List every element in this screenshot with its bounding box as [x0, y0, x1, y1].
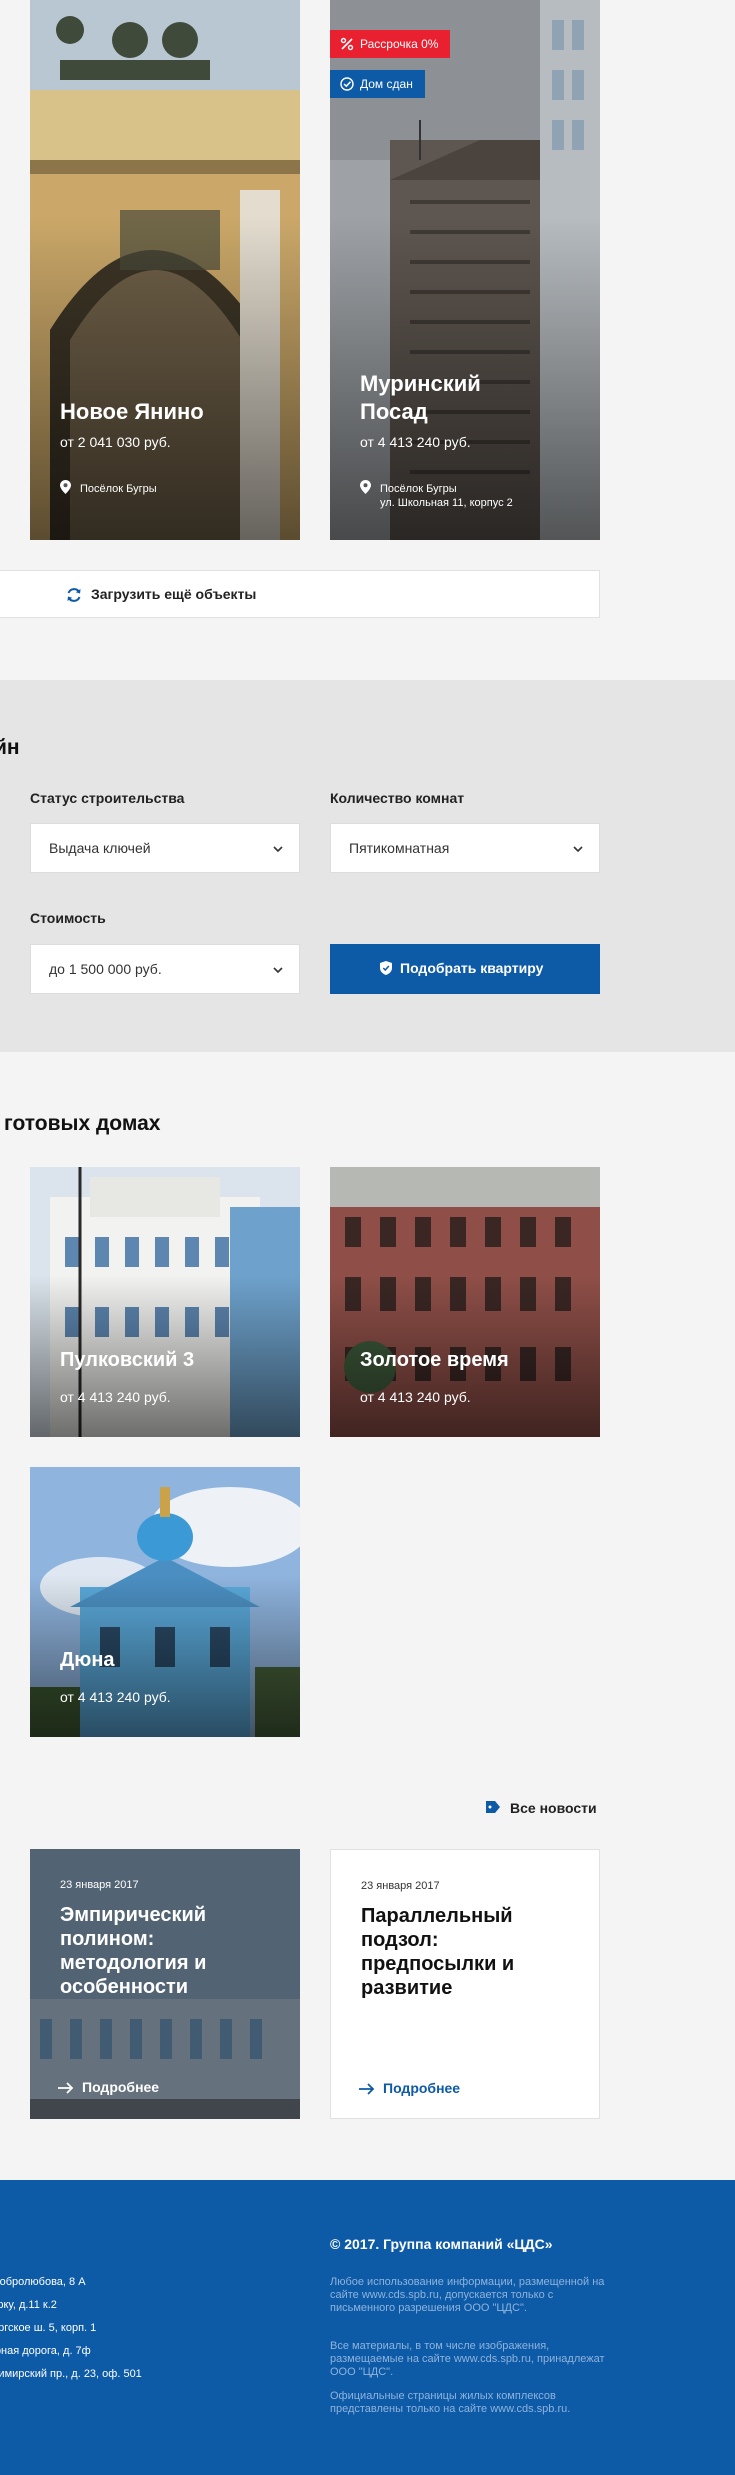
- status-label: Статус строительства: [30, 790, 185, 806]
- object-address-line-2: ул. Школьная 11, корпус 2: [380, 497, 513, 509]
- arrow-right-icon: [58, 2082, 74, 2094]
- ready-card-pulkovsky[interactable]: Пулковский 3 от 4 413 240 руб.: [30, 1167, 300, 1437]
- price-select[interactable]: до 1 500 000 руб.: [30, 944, 300, 994]
- footer-address: димирский пр., д. 23, оф. 501: [0, 2368, 142, 2380]
- object-title-line-2: Посад: [360, 399, 428, 424]
- location-pin-icon: [360, 480, 371, 494]
- chevron-down-icon: [273, 846, 283, 853]
- all-news-link[interactable]: Все новости: [486, 1798, 606, 1818]
- ready-price: от 4 413 240 руб.: [360, 1389, 471, 1405]
- object-price: от 2 041 030 руб.: [60, 434, 171, 450]
- all-news-label: Все новости: [510, 1800, 597, 1816]
- news-date: 23 января 2017: [60, 1879, 139, 1891]
- news-card-2[interactable]: 23 января 2017 Параллельный подзол: пред…: [330, 1849, 600, 2119]
- ready-card-dyuna[interactable]: Дюна от 4 413 240 руб.: [30, 1467, 300, 1737]
- location-pin-icon: [60, 480, 71, 494]
- footer-address: фная дорога, д. 7ф: [0, 2345, 91, 2357]
- percent-icon: [340, 37, 354, 51]
- price-value: до 1 500 000 руб.: [49, 961, 162, 977]
- news-card-1[interactable]: 23 января 2017 Эмпирический полином: мет…: [30, 1849, 300, 2119]
- check-circle-icon: [340, 77, 354, 91]
- rooms-select[interactable]: Пятикомнатная: [330, 823, 600, 873]
- object-price: от 4 413 240 руб.: [360, 434, 471, 450]
- news-more-link[interactable]: Подробнее: [82, 2079, 159, 2095]
- tag-icon: [486, 1801, 500, 1813]
- footer-address: урку, д.11 к.2: [0, 2299, 57, 2311]
- filter-title: йн: [0, 736, 20, 759]
- ready-title: Золотое время: [360, 1349, 509, 1371]
- chevron-down-icon: [573, 846, 583, 853]
- object-address-line-1: Посёлок Бугры: [380, 483, 457, 495]
- price-label: Стоимость: [30, 910, 106, 926]
- rooms-value: Пятикомнатная: [349, 840, 450, 856]
- refresh-icon: [67, 588, 81, 602]
- ready-section-title: готовых домах: [4, 1112, 161, 1135]
- ready-card-zolotoe-vremya[interactable]: Золотое время от 4 413 240 руб.: [330, 1167, 600, 1437]
- load-more-button[interactable]: Загрузить ещё объекты: [0, 570, 600, 618]
- rooms-label: Количество комнат: [330, 790, 465, 806]
- object-address: Посёлок Бугры: [80, 483, 157, 495]
- news-title: Эмпирический полином: методология и особ…: [60, 1904, 207, 1998]
- news-more-link[interactable]: Подробнее: [383, 2080, 460, 2096]
- installment-badge: Рассрочка 0%: [330, 30, 451, 58]
- object-card-murinsky-posad[interactable]: Рассрочка 0% Дом сдан Муринский Посад от…: [330, 0, 600, 540]
- status-select[interactable]: Выдача ключей: [30, 823, 300, 873]
- ready-title: Дюна: [60, 1649, 115, 1671]
- find-apartment-button[interactable]: Подобрать квартиру: [330, 944, 600, 994]
- legal-text: Все материалы, в том числе изображения, …: [330, 2340, 605, 2378]
- shield-check-icon: [380, 961, 392, 975]
- object-title: Новое Янино: [60, 399, 204, 424]
- copyright: © 2017. Группа компаний «ЦДС»: [330, 2236, 553, 2252]
- ready-title: Пулковский 3: [60, 1349, 195, 1371]
- footer-address: Добролюбова, 8 А: [0, 2276, 86, 2288]
- arrow-right-icon: [359, 2083, 375, 2095]
- legal-text: Официальные страницы жилых комплексов пр…: [330, 2390, 571, 2415]
- apartment-filter: йн Статус строительства Выдача ключей Ко…: [0, 680, 735, 1052]
- ready-price: от 4 413 240 руб.: [60, 1389, 171, 1405]
- house-ready-badge: Дом сдан: [330, 70, 425, 98]
- object-title-line-1: Муринский: [360, 371, 481, 396]
- badge-label: Дом сдан: [360, 77, 413, 91]
- legal-text: Любое использование информации, размещен…: [330, 2276, 605, 2314]
- footer: Добролюбова, 8 А урку, д.11 к.2 оргское …: [0, 2180, 735, 2475]
- chevron-down-icon: [273, 967, 283, 974]
- news-date: 23 января 2017: [361, 1880, 440, 1892]
- find-apartment-label: Подобрать квартиру: [400, 960, 544, 976]
- footer-address: оргское ш. 5, корп. 1: [0, 2322, 97, 2334]
- object-card-novoe-yanino[interactable]: Новое Янино от 2 041 030 руб. Посёлок Бу…: [30, 0, 300, 540]
- status-value: Выдача ключей: [49, 840, 151, 856]
- badge-label: Рассрочка 0%: [360, 37, 439, 51]
- news-title: Параллельный подзол: предпосылки и разви…: [361, 1905, 515, 1999]
- ready-price: от 4 413 240 руб.: [60, 1689, 171, 1705]
- load-more-label: Загрузить ещё объекты: [91, 586, 257, 602]
